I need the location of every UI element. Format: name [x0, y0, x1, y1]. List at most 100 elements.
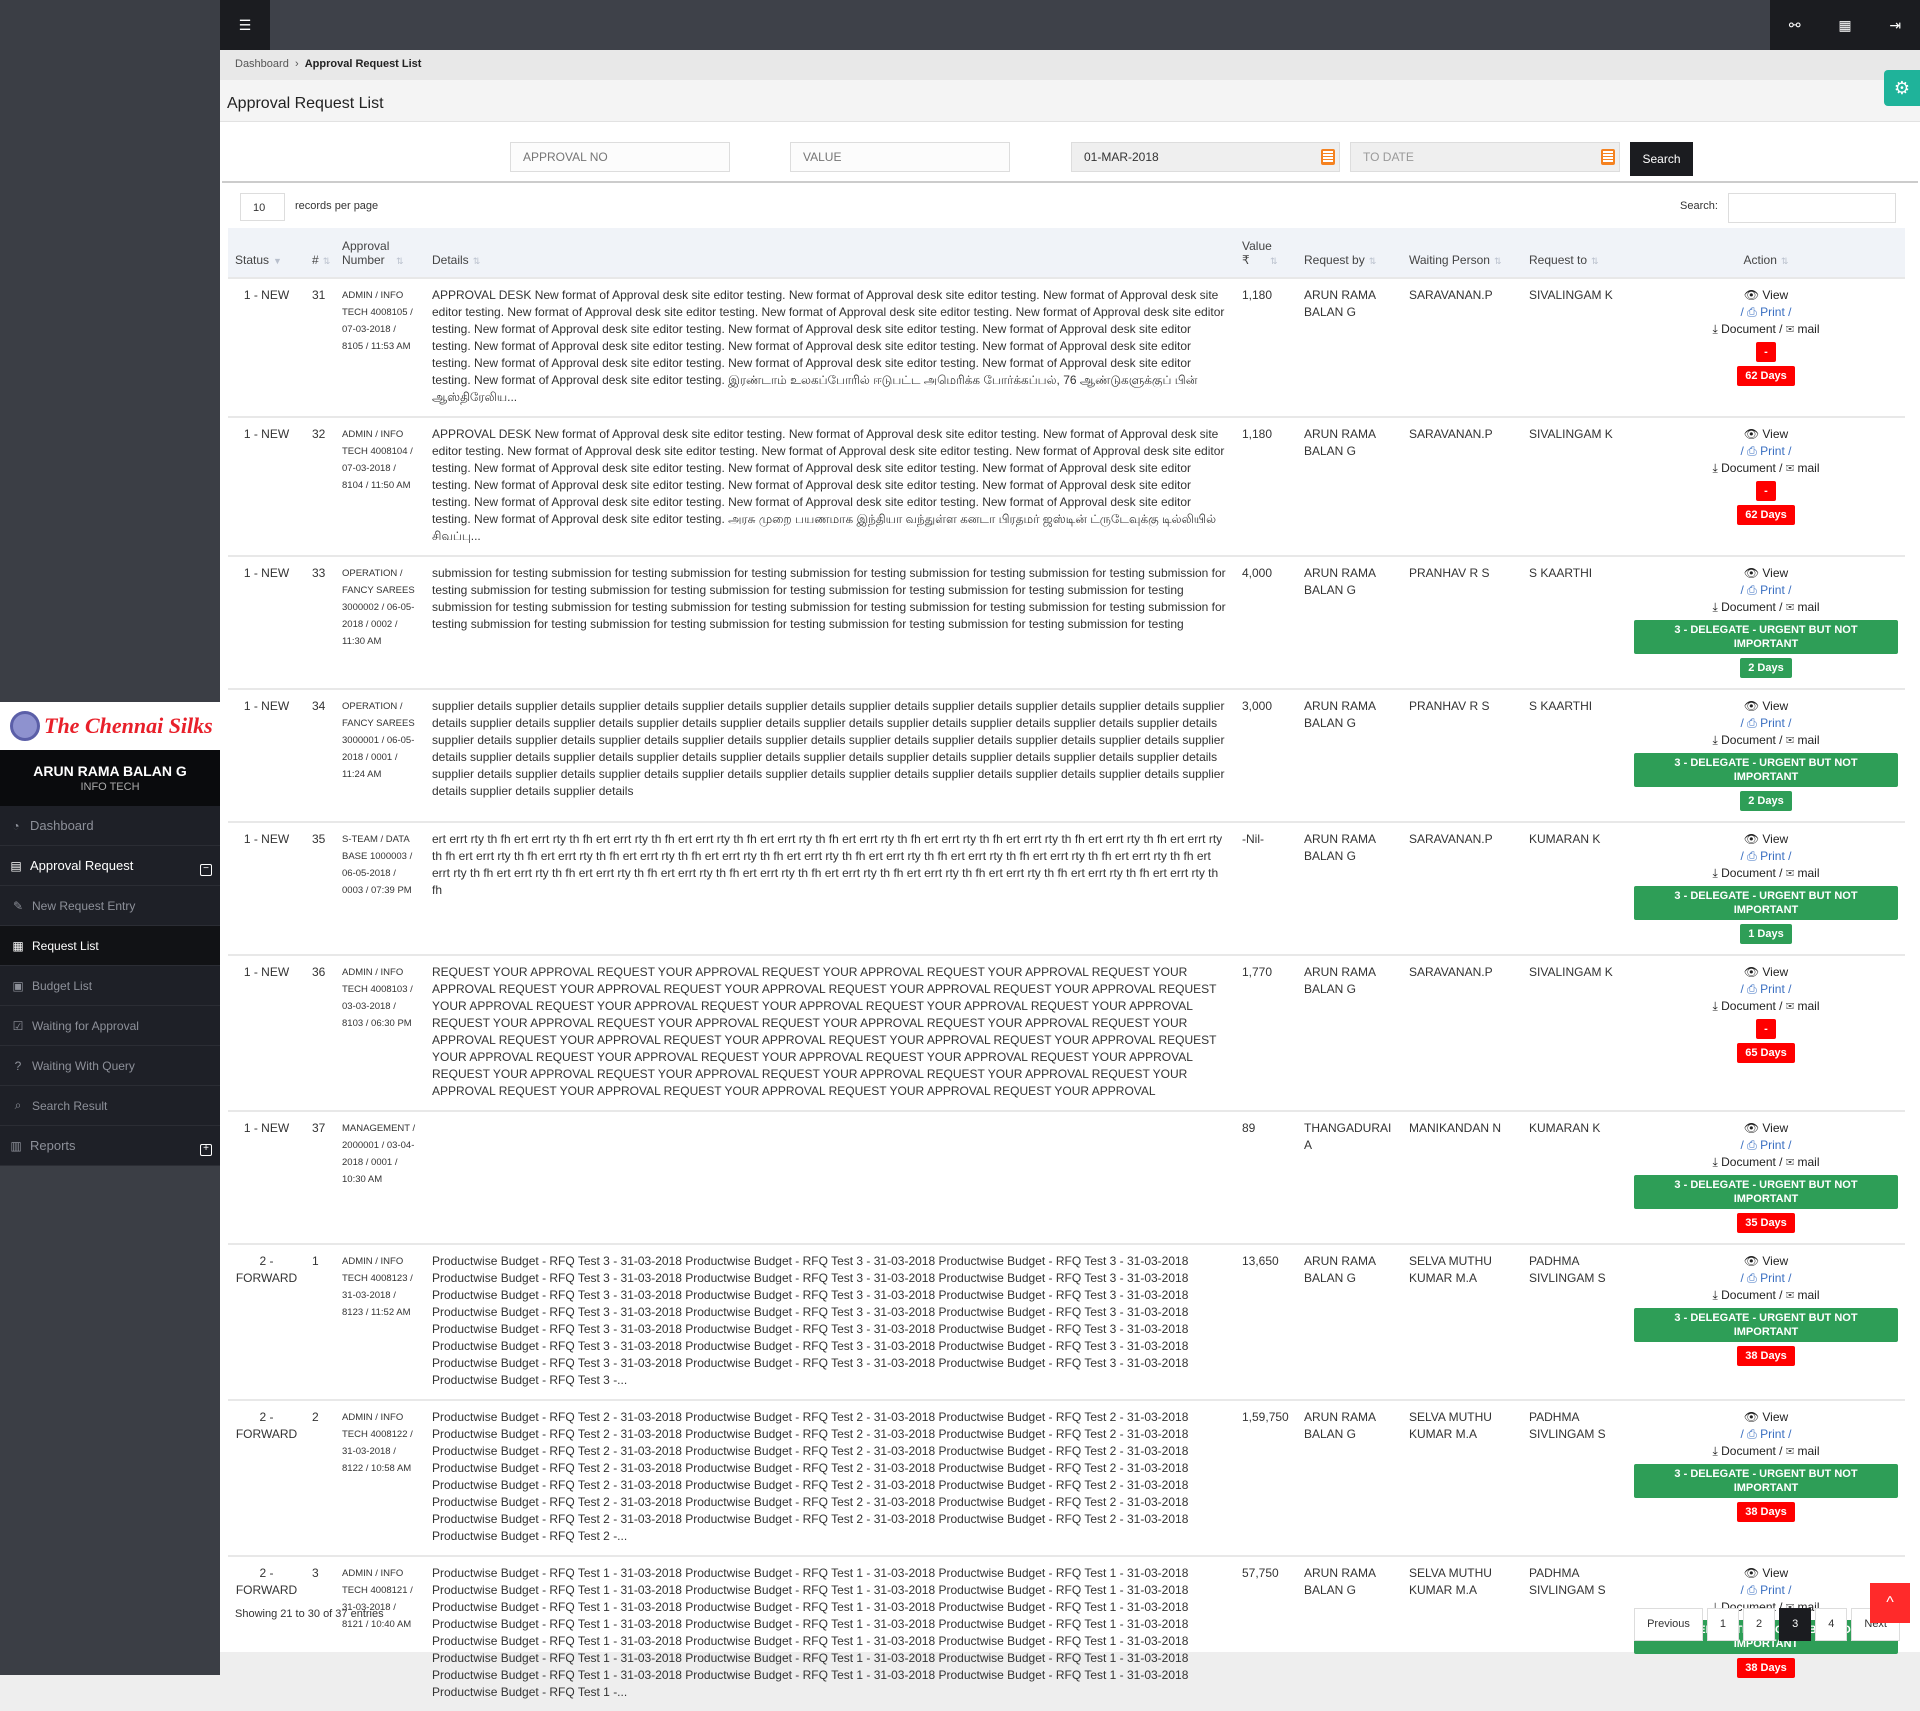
mail-link[interactable]: ✉ mail	[1786, 866, 1820, 880]
column-header-request-by[interactable]: Request by ⇅	[1297, 228, 1402, 278]
column-header-number[interactable]: # ⇅	[305, 228, 335, 278]
sidebar-item-request-list[interactable]: ▦ Request List	[0, 926, 220, 966]
print-link[interactable]: / ⎙ Print /	[1741, 849, 1792, 863]
sidebar-item-waiting-with-query[interactable]: ? Waiting With Query	[0, 1046, 220, 1086]
back-to-top-button[interactable]: ^	[1870, 1583, 1910, 1623]
priority-badge[interactable]: 3 - DELEGATE - URGENT BUT NOT IMPORTANT	[1634, 1175, 1898, 1209]
page-1[interactable]: 1	[1706, 1608, 1739, 1641]
view-link[interactable]: 👁 View	[1744, 965, 1788, 979]
document-link[interactable]: ⤓ Document /	[1712, 322, 1782, 336]
to-date-input[interactable]: TO DATE	[1350, 142, 1620, 172]
column-header-waiting-person[interactable]: Waiting Person ⇅	[1402, 228, 1522, 278]
sidebar-item-new-request-entry[interactable]: ✎ New Request Entry	[0, 886, 220, 926]
view-link[interactable]: 👁 View	[1744, 1121, 1788, 1135]
document-link[interactable]: ⤓ Document /	[1712, 999, 1782, 1013]
mail-link[interactable]: ✉ mail	[1786, 461, 1820, 475]
column-header-request-to[interactable]: Request to ⇅	[1522, 228, 1627, 278]
priority-badge[interactable]: -	[1756, 342, 1776, 362]
logout-icon[interactable]: ⇥	[1889, 17, 1901, 34]
print-link[interactable]: / ⎙ Print /	[1741, 1583, 1792, 1597]
column-header-action[interactable]: Action ⇅	[1627, 228, 1905, 278]
column-header-status[interactable]: Status ▼	[228, 228, 305, 278]
request-by-cell: ARUN RAMA BALAN G	[1297, 1555, 1402, 1711]
view-link[interactable]: 👁 View	[1744, 288, 1788, 302]
sort-icon[interactable]: ▼	[273, 256, 282, 266]
print-link[interactable]: / ⎙ Print /	[1741, 305, 1792, 319]
settings-gear-icon[interactable]: ⚙	[1884, 70, 1920, 106]
apps-grid-icon[interactable]: ▦	[1838, 17, 1851, 34]
link-icon[interactable]: ⚯	[1789, 17, 1801, 34]
column-header-value[interactable]: Value ₹ ⇅	[1235, 228, 1297, 278]
column-header-details[interactable]: Details ⇅	[425, 228, 1235, 278]
sidebar-item-approval-request[interactable]: ▤ Approval Request −	[0, 846, 220, 886]
view-link[interactable]: 👁 View	[1744, 427, 1788, 441]
page-2[interactable]: 2	[1743, 1608, 1776, 1641]
calendar-icon[interactable]	[1321, 149, 1335, 165]
view-link[interactable]: 👁 View	[1744, 1410, 1788, 1424]
page-3[interactable]: 3	[1779, 1608, 1812, 1641]
mail-link[interactable]: ✉ mail	[1786, 999, 1820, 1013]
page-previous[interactable]: Previous	[1634, 1608, 1703, 1641]
view-link[interactable]: 👁 View	[1744, 699, 1788, 713]
sidebar-item-reports[interactable]: ▥ Reports +	[0, 1126, 220, 1166]
document-link[interactable]: ⤓ Document /	[1712, 461, 1782, 475]
document-link[interactable]: ⤓ Document /	[1712, 1155, 1782, 1169]
priority-badge[interactable]: 3 - DELEGATE - URGENT BUT NOT IMPORTANT	[1634, 620, 1898, 654]
records-per-page-select[interactable]: 10	[240, 193, 285, 221]
mail-link[interactable]: ✉ mail	[1786, 1155, 1820, 1169]
sidebar-item-dashboard[interactable]: ◔ Dashboard	[0, 806, 220, 846]
priority-badge[interactable]: 3 - DELEGATE - URGENT BUT NOT IMPORTANT	[1634, 1464, 1898, 1498]
column-header-approval-number[interactable]: Approval Number ⇅	[335, 228, 425, 278]
sort-icon[interactable]: ⇅	[1270, 256, 1278, 266]
money-icon: ▣	[12, 978, 24, 993]
calendar-icon[interactable]	[1601, 149, 1615, 165]
sidebar-item-waiting-for-approval[interactable]: ☑ Waiting for Approval	[0, 1006, 220, 1046]
print-link[interactable]: / ⎙ Print /	[1741, 1427, 1792, 1441]
collapse-icon[interactable]: −	[200, 864, 212, 876]
from-date-input[interactable]: 01-MAR-2018	[1071, 142, 1340, 172]
print-link[interactable]: / ⎙ Print /	[1741, 444, 1792, 458]
priority-badge[interactable]: 3 - DELEGATE - URGENT BUT NOT IMPORTANT	[1634, 1308, 1898, 1342]
value-input[interactable]	[790, 142, 1010, 172]
sort-icon[interactable]: ⇅	[473, 256, 481, 266]
document-link[interactable]: ⤓ Document /	[1712, 866, 1782, 880]
table-search-input[interactable]	[1728, 193, 1896, 223]
print-link[interactable]: / ⎙ Print /	[1741, 583, 1792, 597]
print-link[interactable]: / ⎙ Print /	[1741, 716, 1792, 730]
document-link[interactable]: ⤓ Document /	[1712, 733, 1782, 747]
mail-link[interactable]: ✉ mail	[1786, 322, 1820, 336]
priority-badge[interactable]: -	[1756, 1019, 1776, 1039]
view-link[interactable]: 👁 View	[1744, 566, 1788, 580]
sidebar-item-budget-list[interactable]: ▣ Budget List	[0, 966, 220, 1006]
priority-badge[interactable]: 3 - DELEGATE - URGENT BUT NOT IMPORTANT	[1634, 886, 1898, 920]
breadcrumb-dashboard[interactable]: Dashboard	[235, 58, 289, 70]
user-department: INFO TECH	[80, 781, 140, 793]
priority-badge[interactable]: 3 - DELEGATE - URGENT BUT NOT IMPORTANT	[1634, 753, 1898, 787]
sort-icon[interactable]: ⇅	[1494, 256, 1502, 266]
document-link[interactable]: ⤓ Document /	[1712, 600, 1782, 614]
sort-icon[interactable]: ⇅	[396, 256, 404, 266]
sort-icon[interactable]: ⇅	[1781, 256, 1789, 266]
mail-link[interactable]: ✉ mail	[1786, 1444, 1820, 1458]
sidebar-item-search-result[interactable]: ⌕ Search Result	[0, 1086, 220, 1126]
mail-link[interactable]: ✉ mail	[1786, 600, 1820, 614]
expand-icon[interactable]: +	[200, 1144, 212, 1156]
approval-no-input[interactable]	[510, 142, 730, 172]
sort-icon[interactable]: ⇅	[1369, 256, 1377, 266]
mail-link[interactable]: ✉ mail	[1786, 1288, 1820, 1302]
print-link[interactable]: / ⎙ Print /	[1741, 982, 1792, 996]
document-link[interactable]: ⤓ Document /	[1712, 1444, 1782, 1458]
print-link[interactable]: / ⎙ Print /	[1741, 1271, 1792, 1285]
view-link[interactable]: 👁 View	[1744, 1566, 1788, 1580]
print-link[interactable]: / ⎙ Print /	[1741, 1138, 1792, 1152]
sort-icon[interactable]: ⇅	[323, 256, 331, 266]
page-4[interactable]: 4	[1815, 1608, 1848, 1641]
search-button[interactable]: Search	[1630, 142, 1693, 176]
mail-link[interactable]: ✉ mail	[1786, 733, 1820, 747]
menu-toggle-icon[interactable]: ☰	[220, 0, 270, 50]
view-link[interactable]: 👁 View	[1744, 1254, 1788, 1268]
view-link[interactable]: 👁 View	[1744, 832, 1788, 846]
document-link[interactable]: ⤓ Document /	[1712, 1288, 1782, 1302]
sort-icon[interactable]: ⇅	[1591, 256, 1599, 266]
priority-badge[interactable]: -	[1756, 481, 1776, 501]
